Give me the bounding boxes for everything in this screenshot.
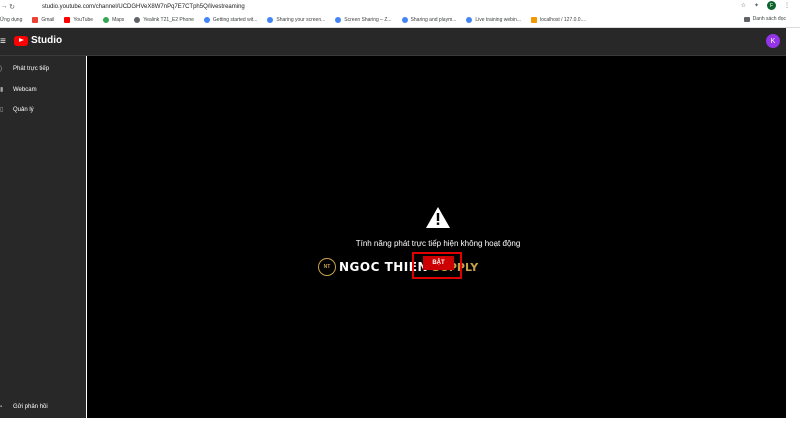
studio-header: ≡ Studio K <box>0 28 786 56</box>
main-content: Tính năng phát trực tiếp hiện không hoạt… <box>87 56 786 418</box>
address-bar[interactable]: studio.youtube.com/channel/UCDGHVeX8W7nP… <box>42 4 245 10</box>
bookmark-screen-sharing[interactable]: Screen Sharing – Z... <box>335 17 392 23</box>
zoom-icon <box>267 17 274 23</box>
reading-list[interactable]: Danh sách đọc <box>743 16 786 22</box>
globe-icon <box>134 17 141 23</box>
phpmyadmin-icon <box>531 17 537 23</box>
youtube-logo-icon <box>14 35 28 46</box>
bookmark-label: Gmail <box>41 17 55 23</box>
bookmark-sharing-playing[interactable]: Sharing and playm... <box>401 17 457 23</box>
reload-icon[interactable]: ↻ <box>8 3 16 11</box>
bookmark-apps[interactable]: Ứng dụng <box>0 17 22 23</box>
bookmark-label: YouTube <box>73 17 94 23</box>
bookmark-label: Screen Sharing – Z... <box>344 17 392 23</box>
bookmark-label: Ứng dụng <box>0 17 23 23</box>
bookmark-maps[interactable]: Maps <box>103 17 124 23</box>
youtube-icon <box>64 17 71 23</box>
feedback-icon: ▪ <box>0 404 3 410</box>
sidebar-item-label: Quản lý <box>13 106 34 113</box>
gmail-icon <box>32 17 39 23</box>
account-avatar[interactable]: K <box>766 34 780 48</box>
reading-list-label: Danh sách đọc <box>752 16 786 22</box>
manage-icon: ▯ <box>0 107 4 113</box>
page-right-margin <box>786 28 800 421</box>
sidebar-item-label: Webcam <box>13 86 37 93</box>
bookmark-label: Sharing your screen... <box>276 17 326 23</box>
bookmark-getting-started[interactable]: Getting started wit... <box>203 17 258 23</box>
bookmark-youtube[interactable]: YouTube <box>64 17 93 23</box>
warning-icon <box>426 207 450 233</box>
watermark-badge: NT <box>318 258 336 276</box>
menu-icon[interactable]: ≡ <box>0 36 6 47</box>
bookmark-yealink[interactable]: Yealink T21_E2 Phone <box>134 17 194 23</box>
zoom-icon <box>203 17 210 23</box>
status-message: Tính năng phát trực tiếp hiện không hoạt… <box>355 239 521 248</box>
send-feedback-button[interactable]: ▪ Gửi phản hồi <box>0 404 48 410</box>
bookmark-label: Live training webin... <box>475 17 521 23</box>
bookmark-label: Yealink T21_E2 Phone <box>143 17 194 23</box>
bookmark-live-training[interactable]: Live training webin... <box>466 17 521 23</box>
reading-list-icon <box>743 16 750 22</box>
browser-menu-icon[interactable]: ⋮ <box>784 2 790 9</box>
bookmark-star-icon[interactable]: ☆ <box>741 2 746 9</box>
logo-text: Studio <box>31 35 63 46</box>
webcam-icon: ▮ <box>0 87 4 93</box>
sidebar-item-manage[interactable]: ▯ Quản lý <box>0 106 34 114</box>
forward-icon[interactable]: → <box>0 3 8 10</box>
bookmark-label: Maps <box>112 17 125 23</box>
zoom-icon <box>466 17 473 23</box>
bookmark-label: localhost / 127.0.0.... <box>540 17 587 23</box>
sidebar-item-live-stream[interactable]: ) Phát trực tiếp <box>0 66 49 72</box>
bookmark-label: Getting started wit... <box>212 17 258 23</box>
highlight-box <box>412 252 462 279</box>
bookmarks-bar: Ứng dụng Gmail YouTube Maps Yealink T21_… <box>0 13 800 28</box>
sidebar-item-webcam[interactable]: ▮ Webcam <box>0 86 37 94</box>
extensions-icon[interactable]: ✦ <box>754 2 759 9</box>
zoom-icon <box>401 17 408 23</box>
send-feedback-label: Gửi phản hồi <box>13 404 48 410</box>
browser-profile-avatar[interactable]: F <box>767 1 776 10</box>
browser-toolbar: → ↻ studio.youtube.com/channel/UCDGHVeX8… <box>0 0 800 13</box>
bookmark-label: Sharing and playm... <box>410 17 457 23</box>
sidebar: ) Phát trực tiếp ▮ Webcam ▯ Quản lý ▪ Gử… <box>0 56 86 418</box>
bookmark-sharing-screen[interactable]: Sharing your screen... <box>267 17 325 23</box>
bookmark-localhost[interactable]: localhost / 127.0.0.... <box>531 17 586 23</box>
live-stream-icon: ) <box>0 66 2 72</box>
bookmark-gmail[interactable]: Gmail <box>32 17 54 23</box>
zoom-icon <box>335 17 342 23</box>
maps-pin-icon <box>103 17 110 23</box>
studio-logo[interactable]: Studio <box>14 35 62 46</box>
sidebar-item-label: Phát trực tiếp <box>13 66 50 72</box>
